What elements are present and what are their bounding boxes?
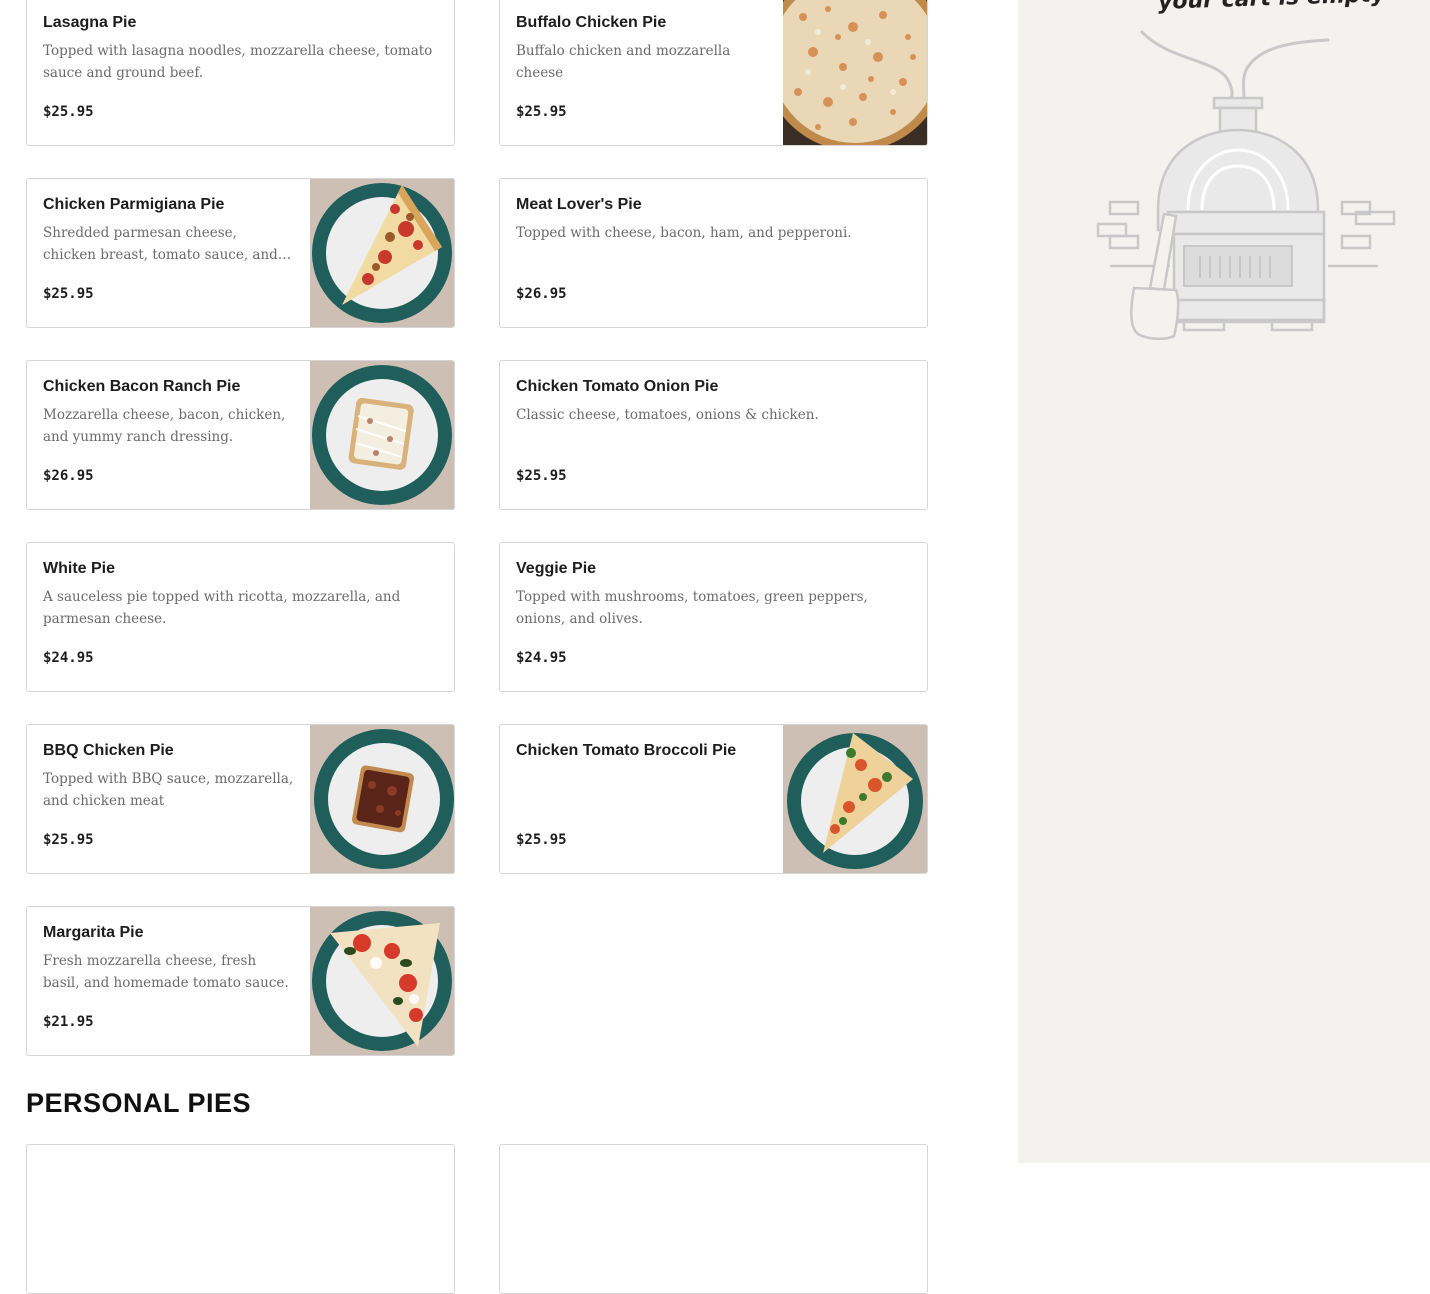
menu-item-description: Buffalo chicken and mozzarella cheese xyxy=(516,43,731,81)
menu-item-name: Margarita Pie xyxy=(43,924,144,941)
menu-item-card[interactable]: BBQ Chicken Pie Topped with BBQ sauce, m… xyxy=(26,724,455,874)
menu-item-price: $25.95 xyxy=(516,468,567,484)
menu-item-card[interactable]: Lasagna Pie Topped with lasagna noodles,… xyxy=(26,0,455,146)
menu-item-name: Chicken Bacon Ranch Pie xyxy=(43,378,241,395)
margarita-slice-photo xyxy=(310,907,454,1055)
menu-item-name: Buffalo Chicken Pie xyxy=(516,14,667,31)
menu-item-price: $26.95 xyxy=(516,286,567,302)
menu-item-price: $24.95 xyxy=(516,650,567,666)
menu-item-price: $25.95 xyxy=(516,832,567,848)
menu-item-card[interactable]: Buffalo Chicken Pie Buffalo chicken and … xyxy=(499,0,928,146)
menu-item-name: Meat Lover's Pie xyxy=(516,196,642,213)
chicken-tomato-broccoli-slice-photo xyxy=(783,725,927,873)
menu-item-name: Veggie Pie xyxy=(516,560,597,577)
menu-item-name: White Pie xyxy=(43,560,116,577)
menu-item-name: Lasagna Pie xyxy=(43,14,137,31)
menu-item-price: $26.95 xyxy=(43,468,94,484)
buffalo-chicken-pie-photo xyxy=(763,0,927,145)
menu-item-price: $25.95 xyxy=(43,286,94,302)
menu-item-card[interactable] xyxy=(26,1144,455,1294)
pizza-oven-icon xyxy=(1096,30,1396,340)
menu-item-description: Topped with lasagna noodles, mozzarella … xyxy=(43,43,433,81)
menu-item-card[interactable]: Chicken Tomato Onion Pie Classic cheese,… xyxy=(499,360,928,510)
menu-item-name: BBQ Chicken Pie xyxy=(43,742,174,759)
menu-item-card[interactable]: Veggie Pie Topped with mushrooms, tomato… xyxy=(499,542,928,692)
menu-item-name: Chicken Tomato Onion Pie xyxy=(516,378,719,395)
menu-item-card[interactable] xyxy=(499,1144,928,1294)
menu-item-description: Shredded parmesan cheese, chicken breast… xyxy=(43,225,278,263)
menu-item-card[interactable]: Margarita Pie Fresh mozzarella cheese, f… xyxy=(26,906,455,1056)
menu-item-price: $25.95 xyxy=(43,832,94,848)
menu-item-price: $25.95 xyxy=(516,104,567,120)
menu-item-description: Mozzarella cheese, bacon, chicken, and y… xyxy=(43,407,286,445)
menu-item-description: Topped with cheese, bacon, ham, and pepp… xyxy=(516,225,852,241)
menu-item-card[interactable]: White Pie A sauceless pie topped with ri… xyxy=(26,542,455,692)
menu-item-description: Classic cheese, tomatoes, onions & chick… xyxy=(516,407,819,423)
cart-panel: your cart is empty xyxy=(1018,0,1430,1163)
menu-item-description: Fresh mozzarella cheese, fresh basil, an… xyxy=(43,953,289,991)
menu-main: Lasagna Pie Topped with lasagna noodles,… xyxy=(0,0,1018,1294)
menu-item-description: Topped with BBQ sauce, mozzarella, and c… xyxy=(43,771,294,809)
chicken-bacon-ranch-slice-photo xyxy=(310,361,454,509)
menu-item-price: $21.95 xyxy=(43,1014,94,1030)
menu-item-description: Topped with mushrooms, tomatoes, green p… xyxy=(516,589,868,627)
chicken-parmigiana-slice-photo xyxy=(310,179,454,327)
menu-item-card[interactable]: Meat Lover's Pie Topped with cheese, bac… xyxy=(499,178,928,328)
menu-item-card[interactable]: Chicken Parmigiana Pie Shredded parmesan… xyxy=(26,178,455,328)
menu-item-card[interactable]: Chicken Tomato Broccoli Pie $25.95 xyxy=(499,724,928,874)
menu-item-description: A sauceless pie topped with ricotta, moz… xyxy=(43,589,401,627)
menu-item-card[interactable]: Chicken Bacon Ranch Pie Mozzarella chees… xyxy=(26,360,455,510)
menu-item-price: $24.95 xyxy=(43,650,94,666)
menu-item-name: Chicken Tomato Broccoli Pie xyxy=(516,742,737,759)
menu-item-name: Chicken Parmigiana Pie xyxy=(43,196,225,213)
bbq-chicken-slice-photo xyxy=(310,725,454,873)
menu-item-description xyxy=(516,768,767,812)
section-title: PERSONAL PIES xyxy=(26,1088,252,1118)
menu-item-price: $25.95 xyxy=(43,104,94,120)
